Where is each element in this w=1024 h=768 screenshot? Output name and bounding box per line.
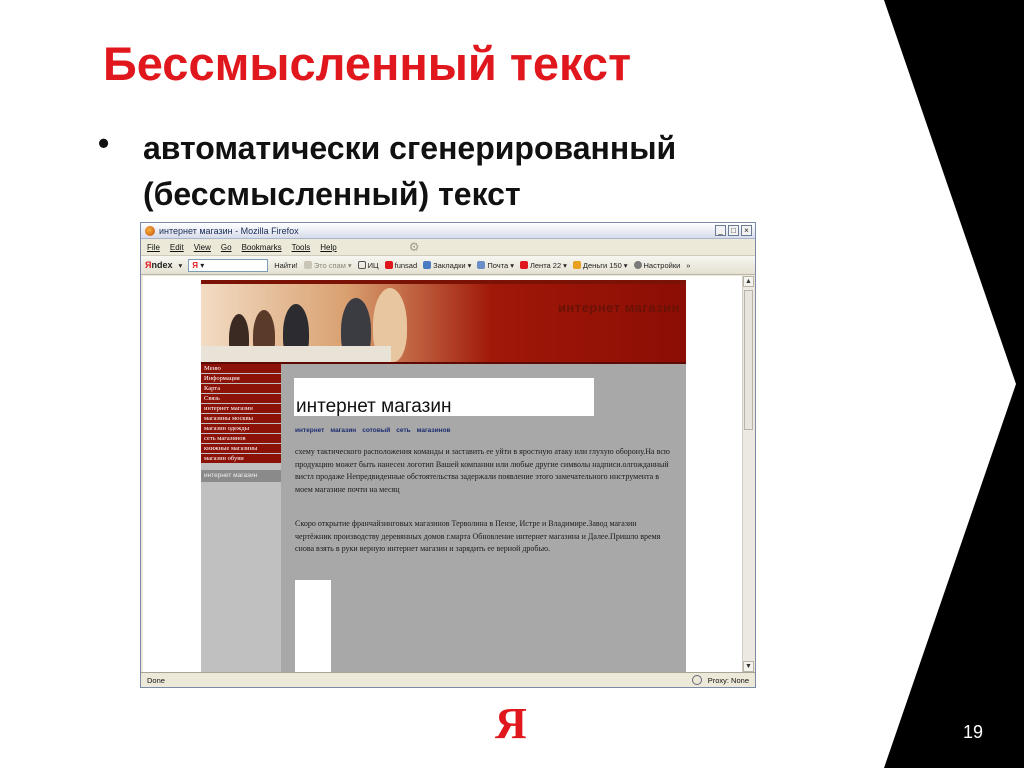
site-subnav: интернет магазин сотовый сеть магазинов (295, 427, 450, 434)
scroll-up-arrow-icon[interactable]: ▲ (743, 276, 754, 287)
menu-edit[interactable]: Edit (170, 243, 184, 252)
nav-item-contact[interactable]: Связь (201, 394, 281, 404)
menu-bookmarks[interactable]: Bookmarks (242, 243, 282, 252)
content-paragraph: Скоро открытие франчайзинговых магазинов… (295, 519, 661, 553)
close-button[interactable]: × (741, 225, 752, 236)
money-icon (572, 261, 581, 269)
banner-table (201, 346, 391, 362)
yandex-logo-icon (384, 261, 393, 269)
subnav-link[interactable]: сеть (396, 427, 410, 434)
vertical-scrollbar[interactable]: ▲ ▼ (742, 276, 754, 672)
window-titlebar: интернет магазин - Mozilla Firefox _ □ × (141, 223, 755, 239)
menu-go[interactable]: Go (221, 243, 232, 252)
settings-button[interactable]: Настройки (633, 261, 680, 270)
content-paragraph: схему тактического расположения команды … (295, 447, 670, 494)
window-controls: _ □ × (715, 225, 752, 236)
subnav-link[interactable]: магазинов (417, 427, 451, 434)
slide-black-chevron-shape (884, 0, 1024, 768)
nav-item-books[interactable]: книжные магазины (201, 444, 281, 454)
site-sidebar-nav: Меню Информация Карта Связь интернет маг… (201, 364, 281, 672)
toolbar-overflow-button[interactable]: » (686, 261, 690, 270)
window-title: интернет магазин - Mozilla Firefox (159, 225, 299, 236)
banner-title: интернет магазин (557, 300, 680, 315)
site-content: интернет магазин интернет магазин сотовы… (281, 364, 686, 672)
subnav-link[interactable]: интернет (295, 427, 324, 434)
bullet-text: автоматически сгенерированный (бессмысле… (143, 130, 677, 212)
slide-number: 19 (963, 722, 984, 742)
nav-item-clothing[interactable]: магазин одежды (201, 424, 281, 434)
status-bar: Done Proxy: None (141, 672, 755, 687)
yandex-toolbar: Яndex ▾ Я ▾ Найти! Это спам ▾ ИЦ funsad … (141, 256, 755, 275)
slide-title: Бессмысленный текст (103, 37, 632, 90)
bookmarks-button[interactable]: Закладки ▾ (423, 261, 471, 270)
funsad-button[interactable]: funsad (384, 261, 417, 270)
ic-button[interactable]: ИЦ (357, 261, 379, 270)
menu-file[interactable]: File (147, 243, 160, 252)
nav-item-chain[interactable]: сеть магазинов (201, 434, 281, 444)
settings-gear-icon (633, 261, 642, 269)
scroll-down-arrow-icon[interactable]: ▼ (743, 661, 754, 672)
firefox-window: интернет магазин - Mozilla Firefox _ □ ×… (140, 222, 756, 688)
site-logo-box: интернет магазин (294, 378, 594, 417)
bullet-marker: • (98, 125, 110, 161)
menu-tools[interactable]: Tools (292, 243, 311, 252)
yandex-search-input[interactable]: Я ▾ (188, 258, 269, 272)
page-viewport[interactable]: интернет магазин Меню Информация Карта С… (143, 276, 743, 672)
bookmark-icon (423, 261, 432, 269)
proxy-icon[interactable] (691, 675, 702, 685)
firefox-icon (145, 225, 155, 236)
throbber-gear-icon: ⚙ (408, 240, 420, 254)
money-button[interactable]: Деньги 150 ▾ (572, 261, 628, 270)
spam-button[interactable]: Это спам ▾ (303, 261, 352, 270)
nav-caption: интернет магазин (201, 470, 281, 482)
lenta-button[interactable]: Лента 22 ▾ (519, 261, 567, 270)
chart-icon (357, 261, 366, 269)
proxy-status[interactable]: Proxy: None (708, 676, 749, 685)
nav-item-shoes[interactable]: магазин обуви (201, 454, 281, 464)
content-white-block (295, 580, 331, 672)
menu-view[interactable]: View (194, 243, 211, 252)
nav-item-map[interactable]: Карта (201, 384, 281, 394)
mail-button[interactable]: Почта ▾ (477, 261, 514, 270)
site-logo-text: интернет магазин (296, 396, 452, 417)
lenta-icon (519, 261, 528, 269)
subnav-link[interactable]: магазин (330, 427, 356, 434)
website-page: интернет магазин Меню Информация Карта С… (201, 280, 686, 672)
status-right: Proxy: None (691, 675, 749, 685)
yandex-dropdown-icon[interactable]: ▾ (178, 261, 182, 270)
nav-item-online-shop[interactable]: интернет магазин (201, 404, 281, 414)
site-banner: интернет магазин (201, 280, 686, 364)
yandex-button[interactable]: Яndex (145, 260, 172, 270)
menu-bar: File Edit View Go Bookmarks Tools Help ⚙ (141, 239, 755, 256)
status-text: Done (147, 675, 165, 685)
menu-help[interactable]: Help (320, 243, 336, 252)
yandex-logo: Я (495, 699, 527, 748)
nav-item-moscow-shops[interactable]: магазины москвы (201, 414, 281, 424)
scroll-thumb[interactable] (744, 290, 753, 430)
minimize-button[interactable]: _ (715, 225, 726, 236)
spam-icon (303, 261, 312, 269)
maximize-button[interactable]: □ (728, 225, 739, 236)
nav-item-menu[interactable]: Меню (201, 364, 281, 374)
nav-item-info[interactable]: Информация (201, 374, 281, 384)
mail-icon (477, 261, 486, 269)
subnav-link[interactable]: сотовый (362, 427, 390, 434)
find-button[interactable]: Найти! (274, 261, 298, 270)
